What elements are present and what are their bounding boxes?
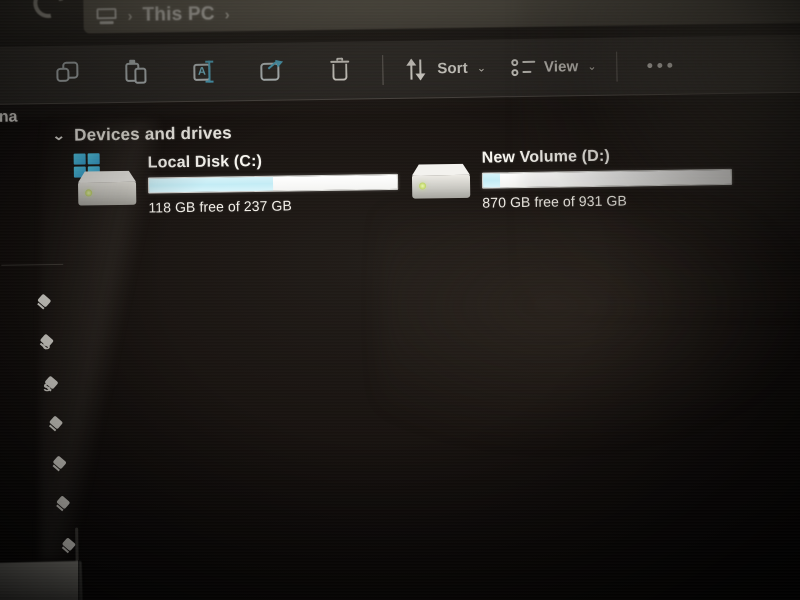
rename-icon: A <box>191 59 217 85</box>
sidebar-item-2[interactable]: s <box>3 378 86 394</box>
drive-item-local-disk-c[interactable]: Local Disk (C:) 118 GB free of 237 GB <box>73 149 411 217</box>
drive-info: New Volume (D:) 870 GB free of 931 GB <box>482 144 745 211</box>
capacity-bar <box>147 173 399 194</box>
devices-and-drives-group-header[interactable]: ⌄ Devices and drives <box>52 123 232 146</box>
toolbar-divider-2 <box>616 51 618 82</box>
drive-item-new-volume-d[interactable]: New Volume (D:) 870 GB free of 931 GB <box>408 144 745 212</box>
group-title: Devices and drives <box>74 123 232 145</box>
command-bar: A Sort ⌄ View ⌄ <box>0 34 800 105</box>
drive-free-space: 118 GB free of 237 GB <box>148 197 292 216</box>
file-list-pane: ⌄ Devices and drives Local Disk (C:) 118… <box>0 97 800 600</box>
capacity-bar-fill <box>482 173 501 188</box>
drive-free-space: 870 GB free of 931 GB <box>482 192 627 211</box>
copy-button[interactable] <box>34 51 103 98</box>
sidebar-item-5[interactable] <box>5 505 87 506</box>
explorer-window: › This PC › A Sort ⌄ View ⌄ ⌄ Devices an… <box>0 0 800 600</box>
capacity-bar <box>481 168 733 189</box>
view-button[interactable]: View ⌄ <box>498 43 609 91</box>
this-pc-icon <box>95 8 117 25</box>
hard-drive-icon <box>73 153 139 210</box>
sort-label: Sort <box>437 59 468 78</box>
drive-info: Local Disk (C:) 118 GB free of 237 GB <box>148 149 411 216</box>
view-icon <box>510 54 536 80</box>
more-options-icon <box>646 62 673 69</box>
sort-icon <box>403 56 429 82</box>
sidebar-item-4[interactable] <box>4 465 86 466</box>
pin-icon <box>43 377 61 395</box>
navigation-pane: s s <box>0 108 86 600</box>
pin-icon <box>51 457 69 475</box>
sidebar-item-0[interactable] <box>2 303 87 304</box>
laptop-bezel <box>0 560 83 600</box>
view-label: View <box>543 58 579 76</box>
pin-icon <box>47 417 65 435</box>
rename-button[interactable]: A <box>170 49 239 96</box>
paste-button[interactable] <box>102 50 171 97</box>
chevron-down-icon: ⌄ <box>476 62 487 75</box>
delete-icon <box>327 57 353 83</box>
sidebar-divider <box>1 263 64 266</box>
sidebar-section-header: ersona <box>0 108 18 127</box>
toolbar-divider-1 <box>382 54 384 85</box>
more-options-button[interactable] <box>625 42 694 89</box>
copy-icon <box>55 61 81 87</box>
share-icon <box>259 58 285 84</box>
pin-icon <box>55 497 73 515</box>
screen-photo: › This PC › A Sort ⌄ View ⌄ ⌄ Devices an… <box>0 0 800 600</box>
delete-button[interactable] <box>306 47 375 94</box>
breadcrumb-this-pc[interactable]: This PC <box>142 4 214 27</box>
sidebar-item-3[interactable] <box>4 425 87 426</box>
bezel-shadow <box>78 560 86 600</box>
sort-button[interactable]: Sort ⌄ <box>391 45 498 93</box>
pin-icon <box>38 335 56 353</box>
pin-icon <box>36 295 54 313</box>
sidebar-item-1[interactable]: s <box>2 336 86 352</box>
refresh-icon[interactable] <box>27 0 70 24</box>
drive-name: Local Disk (C:) <box>147 152 263 172</box>
address-bar[interactable]: › This PC › <box>83 0 800 34</box>
breadcrumb-separator-1: › <box>127 7 133 25</box>
paste-icon <box>123 59 149 86</box>
breadcrumb-separator-2[interactable]: › <box>225 6 230 23</box>
drive-name: New Volume (D:) <box>481 147 610 167</box>
share-button[interactable] <box>238 48 307 95</box>
sidebar-item-6[interactable] <box>5 547 86 548</box>
hard-drive-icon <box>408 148 473 205</box>
chevron-down-icon: ⌄ <box>587 60 597 74</box>
capacity-bar-fill <box>148 176 274 193</box>
